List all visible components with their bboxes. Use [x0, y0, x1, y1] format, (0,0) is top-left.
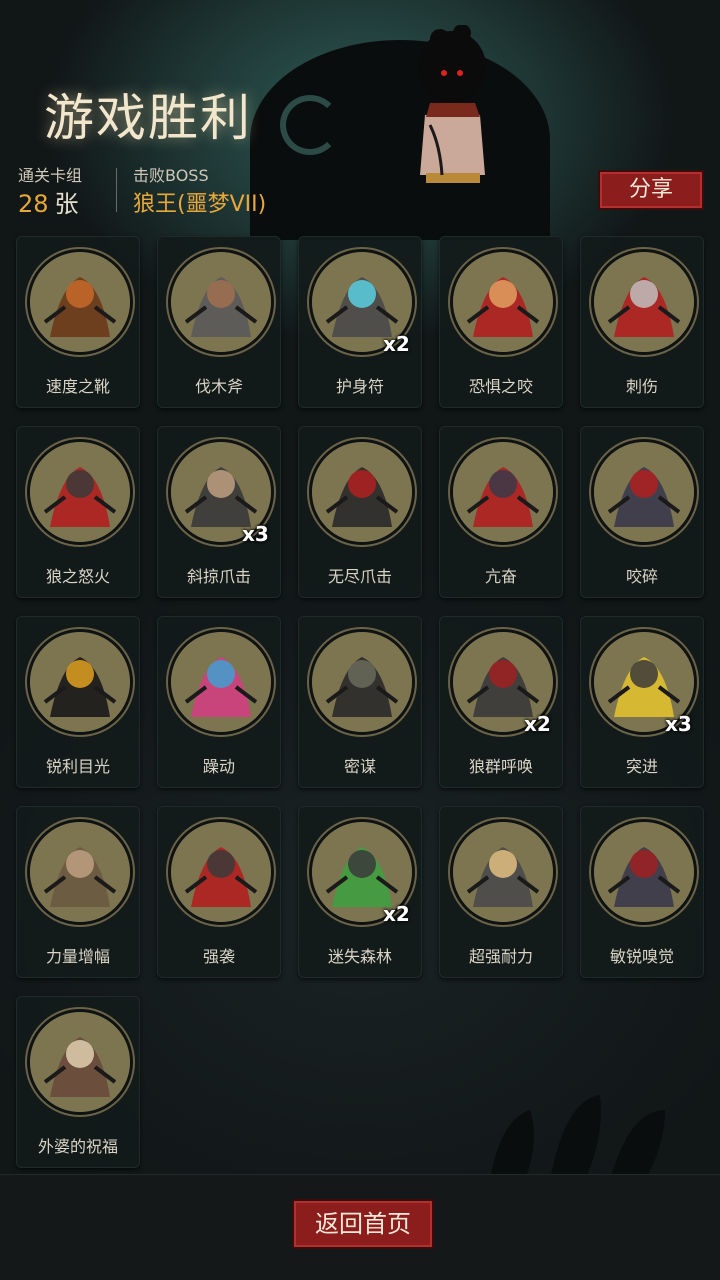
card-label: 躁动: [202, 757, 235, 776]
card-label: 超强耐力: [468, 947, 533, 966]
card-item[interactable]: 密谋: [298, 616, 422, 788]
restless-icon: [168, 629, 274, 735]
grandma-icon: [27, 1009, 133, 1115]
deck-count: 28: [18, 190, 49, 218]
card-item[interactable]: 敏锐嗅觉: [580, 806, 704, 978]
card-label: 咬碎: [625, 567, 658, 586]
axe-icon: [168, 249, 274, 355]
card-label: 斜掠爪击: [186, 567, 251, 586]
share-button[interactable]: 分享: [598, 170, 704, 210]
wolf-frenzy-icon: [450, 439, 556, 545]
wolf-assault-icon: [168, 819, 274, 925]
background-spiral: [280, 95, 340, 155]
card-item[interactable]: 外婆的祝福: [16, 996, 140, 1168]
card-item[interactable]: 亢奋: [439, 426, 563, 598]
card-count-badge: x2: [383, 332, 410, 356]
skull-bite-icon: [450, 249, 556, 355]
card-item[interactable]: 狼之怒火: [16, 426, 140, 598]
card-label: 锐利目光: [45, 757, 110, 776]
deck-label: 通关卡组: [18, 166, 83, 185]
card-item[interactable]: 超强耐力: [439, 806, 563, 978]
card-item[interactable]: 速度之靴: [16, 236, 140, 408]
boot-icon: [27, 249, 133, 355]
card-label: 外婆的祝福: [37, 1137, 118, 1156]
card-item[interactable]: 躁动: [157, 616, 281, 788]
stats-divider: [116, 168, 117, 212]
card-label: 突进: [625, 757, 658, 776]
page-title: 游戏胜利: [44, 89, 252, 147]
shadow-claw-decoration: [490, 1095, 665, 1180]
card-item[interactable]: 锐利目光: [16, 616, 140, 788]
wolf-rage-icon: [27, 439, 133, 545]
card-count-badge: x2: [383, 902, 410, 926]
card-label: 恐惧之咬: [468, 377, 533, 396]
card-item[interactable]: 伐木斧: [157, 236, 281, 408]
card-count-badge: x3: [665, 712, 692, 736]
card-item[interactable]: x2 护身符: [298, 236, 422, 408]
wolf-sniff-icon: [591, 819, 697, 925]
card-item[interactable]: 力量增幅: [16, 806, 140, 978]
card-label: 狼群呼唤: [468, 757, 533, 776]
card-item[interactable]: x2 迷失森林: [298, 806, 422, 978]
card-item[interactable]: 刺伤: [580, 236, 704, 408]
card-item[interactable]: 强袭: [157, 806, 281, 978]
card-item[interactable]: 无尽爪击: [298, 426, 422, 598]
return-home-button[interactable]: 返回首页: [292, 1199, 434, 1249]
card-label: 力量增幅: [45, 947, 110, 966]
card-count-badge: x3: [242, 522, 269, 546]
card-label: 强袭: [202, 947, 235, 966]
card-label: 敏锐嗅觉: [609, 947, 674, 966]
card-label: 密谋: [343, 757, 376, 776]
card-label: 速度之靴: [45, 377, 110, 396]
card-item[interactable]: x2 狼群呼唤: [439, 616, 563, 788]
card-count-badge: x2: [524, 712, 551, 736]
card-label: 刺伤: [625, 377, 658, 396]
boss-label: 击败BOSS: [133, 166, 209, 185]
card-item[interactable]: x3 斜掠爪击: [157, 426, 281, 598]
card-label: 护身符: [335, 377, 384, 396]
boss-name: 狼王(噩梦VII): [133, 192, 267, 217]
wolf-crush-icon: [591, 439, 697, 545]
card-label: 亢奋: [484, 567, 517, 586]
deck-unit: 张: [54, 190, 79, 218]
card-label: 伐木斧: [194, 377, 243, 396]
card-item[interactable]: x3 突进: [580, 616, 704, 788]
child-figure-illustration: [418, 25, 486, 183]
card-label: 迷失森林: [327, 947, 392, 966]
card-label: 狼之怒火: [45, 567, 110, 586]
endurance-icon: [450, 819, 556, 925]
log-carry-icon: [27, 819, 133, 925]
deck-count-value: 28 张: [18, 184, 79, 219]
card-item[interactable]: 恐惧之咬: [439, 236, 563, 408]
card-item[interactable]: 咬碎: [580, 426, 704, 598]
claw-icon: [309, 439, 415, 545]
dagger-icon: [591, 249, 697, 355]
card-label: 无尽爪击: [327, 567, 392, 586]
hooded-figures-icon: [309, 629, 415, 735]
wolf-eyes-icon: [27, 629, 133, 735]
